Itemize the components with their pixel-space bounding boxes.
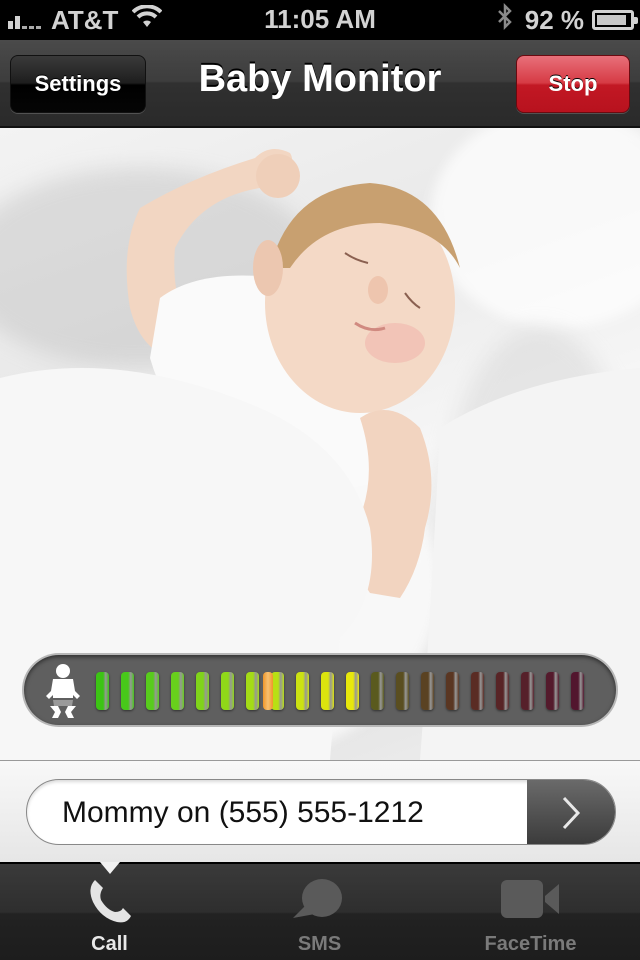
tab-bar: Call SMS FaceTime [0,862,640,960]
chat-bubble-icon [292,878,347,929]
level-bar-inactive [421,672,434,710]
tab-facetime[interactable]: FaceTime [424,864,637,960]
level-bar-inactive [396,672,409,710]
level-bar-inactive [521,672,534,710]
bluetooth-icon [497,2,513,38]
tab-facetime-label: FaceTime [484,933,577,955]
tab-sms[interactable]: SMS [213,864,426,960]
battery-percent: 92 % [524,4,584,35]
contact-go-button[interactable] [527,780,615,844]
level-bar-active [296,672,309,710]
level-bar-active [321,672,334,710]
level-bar-inactive [496,672,509,710]
sound-level-meter [22,653,618,727]
status-bar: AT&T 11:05 AM 92 % [0,0,640,40]
tab-call[interactable]: Call [3,864,216,960]
level-bar-inactive [371,672,384,710]
level-peak-marker [263,672,273,710]
level-bar-active [171,672,184,710]
level-bar-active [246,672,259,710]
navigation-bar: Settings Baby Monitor Stop [0,40,640,128]
sleeping-baby-photo [0,128,640,760]
phone-icon [87,878,133,929]
level-bar-active [121,672,134,710]
level-bar-inactive [546,672,559,710]
tab-call-label: Call [91,933,128,955]
battery-icon [592,10,638,30]
level-bar-inactive [446,672,459,710]
level-bar-active [196,672,209,710]
stop-button[interactable]: Stop [516,55,630,113]
level-bar-active [346,672,359,710]
level-bar-active [146,672,159,710]
contact-value: Mommy on (555) 555-1212 [62,796,424,829]
level-bars [96,672,596,710]
level-bar-active [221,672,234,710]
contact-field[interactable]: Mommy on (555) 555-1212 [26,779,616,845]
tab-sms-label: SMS [297,933,342,955]
video-camera-icon [500,878,561,925]
status-right: 92 % [497,2,638,38]
contact-bar: Mommy on (555) 555-1212 [0,760,640,862]
level-bar-active [96,672,109,710]
level-bar-inactive [471,672,484,710]
baby-icon [46,664,80,718]
chevron-right-icon [562,796,581,830]
level-bar-inactive [571,672,584,710]
